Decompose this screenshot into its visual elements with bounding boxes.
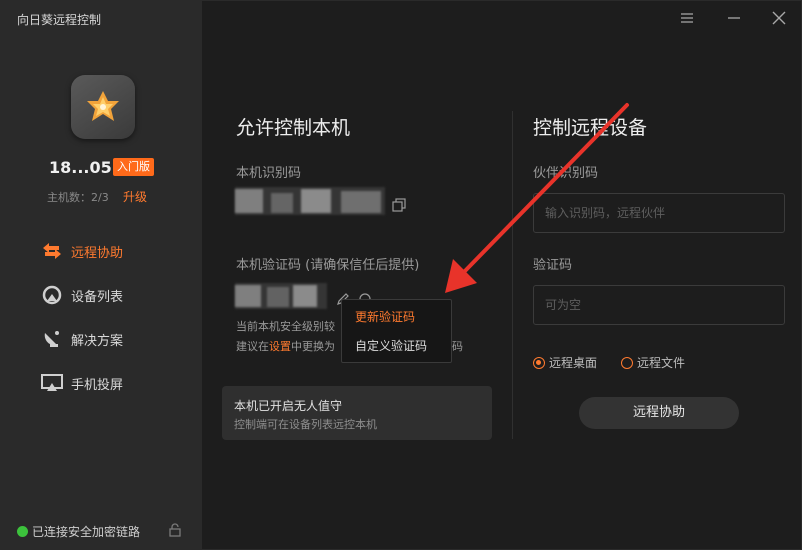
- sidebar-item-label: 远程协助: [71, 245, 124, 261]
- security-note-line1: 当前本机安全级别较: [236, 320, 335, 333]
- local-id-label: 本机识别码: [236, 166, 302, 181]
- menu-item-refresh-code[interactable]: 更新验证码: [355, 308, 415, 325]
- remote-code-input[interactable]: [533, 285, 785, 325]
- security-note-line2: 建议在设置中更换为: [236, 340, 335, 353]
- status-text: 已连接安全加密链路: [32, 525, 141, 539]
- sunflower-logo-icon: [87, 91, 119, 121]
- sidebar-item-label: 设备列表: [71, 289, 124, 305]
- menu-item-custom-code[interactable]: 自定义验证码: [355, 337, 427, 354]
- settings-link[interactable]: 设置: [269, 340, 291, 353]
- sidebar-item-device-list[interactable]: 设备列表: [41, 281, 191, 309]
- app-window: 向日葵远程控制 18...05 入门版 主机数：2/3 升级 远程协助 设备列表…: [0, 0, 802, 550]
- radio-remote-file[interactable]: 远程文件: [621, 354, 685, 371]
- device-id: 18...05: [49, 158, 112, 177]
- sidebar-nav: 远程协助 设备列表 解决方案 手机投屏: [41, 237, 191, 413]
- sidebar: 向日葵远程控制 18...05 入门版 主机数：2/3 升级 远程协助 设备列表…: [1, 1, 202, 550]
- status-ok-icon: [17, 526, 28, 537]
- edition-badge: 入门版: [113, 158, 154, 176]
- unattended-title: 本机已开启无人值守: [234, 399, 343, 413]
- control-remote-title: 控制远程设备: [533, 117, 648, 139]
- radio-checked-icon: [533, 356, 545, 369]
- remote-assist-icon: [41, 240, 63, 262]
- section-divider: [512, 111, 513, 439]
- device-list-icon: [41, 284, 63, 306]
- unattended-card[interactable]: 本机已开启无人值守 控制端可在设备列表远控本机: [222, 386, 492, 440]
- sidebar-item-label: 解决方案: [71, 333, 124, 349]
- app-logo: [71, 75, 135, 139]
- partner-id-label: 伙伴识别码: [533, 166, 599, 181]
- lock-icon[interactable]: [169, 522, 181, 541]
- copy-icon[interactable]: [392, 197, 406, 216]
- radio-remote-desktop[interactable]: 远程桌面: [533, 354, 597, 371]
- sidebar-item-solutions[interactable]: 解决方案: [41, 325, 191, 353]
- verification-code-label: 本机验证码 (请确保信任后提供): [236, 258, 420, 273]
- unattended-desc: 控制端可在设备列表远控本机: [234, 418, 377, 431]
- security-note-tail: 码: [452, 340, 463, 353]
- solutions-icon: [41, 328, 63, 350]
- close-icon[interactable]: [770, 9, 788, 27]
- sidebar-item-label: 手机投屏: [71, 377, 124, 393]
- remote-code-label: 验证码: [533, 258, 573, 273]
- upgrade-link[interactable]: 升级: [123, 188, 147, 205]
- connection-status: 已连接安全加密链路: [17, 523, 140, 540]
- minimize-icon[interactable]: [725, 9, 743, 27]
- radio-unchecked-icon: [621, 356, 633, 369]
- app-title: 向日葵远程控制: [17, 13, 102, 27]
- remote-assist-button[interactable]: 远程协助: [579, 397, 739, 429]
- verification-code-menu: 更新验证码 自定义验证码: [341, 299, 452, 363]
- partner-id-input[interactable]: [533, 193, 785, 233]
- host-count: 主机数：2/3: [47, 191, 109, 204]
- screen-cast-icon: [41, 372, 63, 394]
- sidebar-item-remote-assist[interactable]: 远程协助: [41, 237, 191, 265]
- menu-icon[interactable]: [678, 9, 696, 27]
- allow-control-title: 允许控制本机: [236, 117, 351, 139]
- sidebar-item-screen-cast[interactable]: 手机投屏: [41, 369, 191, 397]
